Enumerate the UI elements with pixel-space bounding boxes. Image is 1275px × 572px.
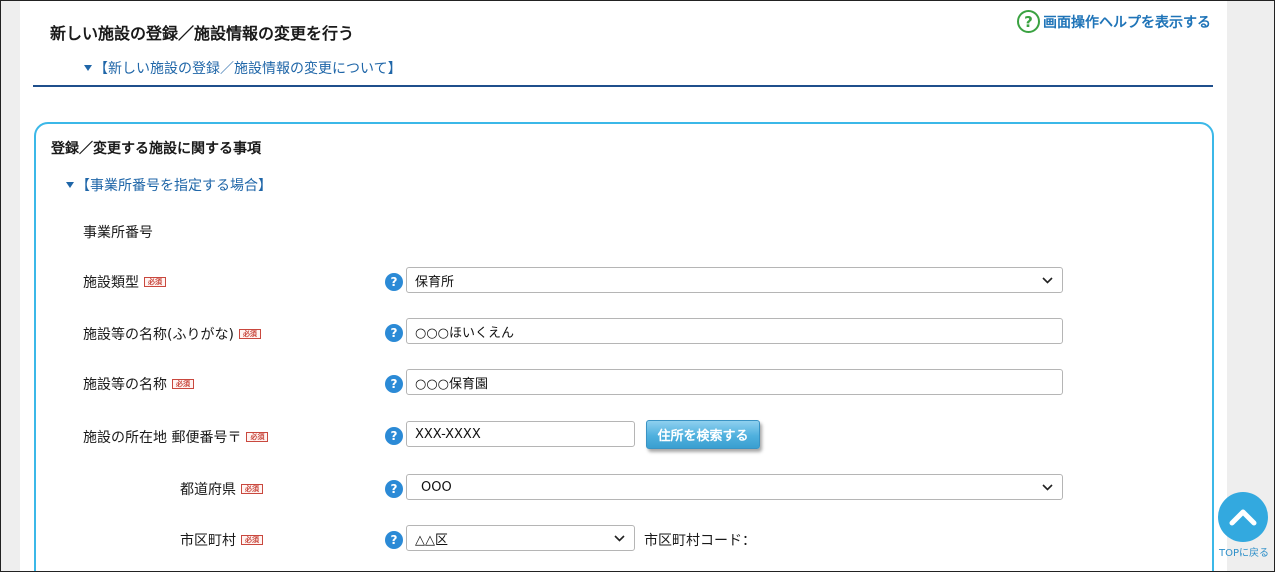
city-label: 市区町村 必須 [180, 530, 263, 550]
address-search-button[interactable]: 住所を検索する [646, 420, 760, 449]
name-input[interactable]: ○○○保育園 [406, 369, 1063, 395]
office-number-label-text: 事業所番号 [83, 225, 153, 241]
office-number-label: 事業所番号 [83, 222, 153, 242]
triangle-down-icon [66, 182, 74, 188]
chevron-down-icon [1042, 484, 1053, 491]
chevron-down-icon [1042, 277, 1053, 284]
facility-type-select[interactable]: 保育所 [406, 267, 1063, 293]
city-select[interactable]: △△区 [406, 525, 635, 551]
office-number-link-label: 【事業所番号を指定する場合】 [76, 178, 272, 194]
required-badge: 必須 [144, 277, 166, 287]
help-link-label: 画面操作ヘルプを表示する [1043, 14, 1211, 31]
about-registration-link[interactable]: 【新しい施設の登録／施設情報の変更について】 [84, 58, 402, 78]
help-question-icon[interactable]: ? [385, 273, 403, 291]
help-question-icon[interactable]: ? [385, 324, 403, 342]
name-kana-label: 施設等の名称(ふりがな) 必須 [83, 324, 261, 344]
help-circle-icon: ? [1017, 10, 1040, 33]
page-title: 新しい施設の登録／施設情報の変更を行う [50, 24, 355, 43]
postal-code-label: 施設の所在地 郵便番号〒 必須 [83, 427, 269, 447]
name-value: ○○○保育園 [415, 376, 489, 392]
required-badge: 必須 [172, 379, 194, 389]
name-kana-input[interactable]: ○○○ほいくえん [406, 318, 1063, 344]
city-code-label: 市区町村コード： [644, 533, 756, 549]
required-badge: 必須 [241, 535, 263, 545]
help-question-icon[interactable]: ? [385, 480, 403, 498]
prefecture-value: OOO [421, 479, 452, 495]
postal-code-label-text: 施設の所在地 郵便番号〒 [83, 430, 242, 446]
required-badge: 必須 [238, 329, 261, 339]
chevron-up-icon [1218, 492, 1268, 542]
required-badge: 必須 [241, 484, 263, 494]
back-to-top-button[interactable]: TOPに戻る [1218, 492, 1270, 559]
help-question-icon[interactable]: ? [385, 375, 403, 393]
name-kana-label-text: 施設等の名称(ふりがな) [83, 327, 234, 343]
office-number-link[interactable]: 【事業所番号を指定する場合】 [66, 175, 272, 195]
triangle-down-icon [84, 65, 92, 71]
facility-type-value: 保育所 [415, 274, 455, 290]
required-badge: 必須 [246, 432, 269, 442]
postal-code-input[interactable]: XXX-XXXX [406, 421, 635, 447]
city-label-text: 市区町村 [180, 533, 236, 549]
about-registration-label: 【新しい施設の登録／施設情報の変更について】 [94, 61, 402, 77]
page-content: 新しい施設の登録／施設情報の変更を行う ? 画面操作ヘルプを表示する 【新しい施… [20, 0, 1227, 572]
prefecture-select[interactable]: OOO [406, 474, 1063, 500]
name-label-text: 施設等の名称 [83, 377, 167, 393]
header-divider [33, 85, 1213, 87]
chevron-down-icon [614, 535, 625, 542]
section-title: 登録／変更する施設に関する事項 [51, 141, 261, 157]
postal-code-value: XXX-XXXX [415, 426, 481, 442]
city-value: △△区 [415, 532, 448, 548]
facility-type-label-text: 施設類型 [83, 275, 139, 291]
chevron-up-icon-svg [1229, 509, 1257, 526]
help-question-icon[interactable]: ? [385, 531, 403, 549]
name-kana-value: ○○○ほいくえん [415, 325, 515, 341]
help-link[interactable]: ? 画面操作ヘルプを表示する [1017, 10, 1211, 33]
help-question-icon[interactable]: ? [385, 427, 403, 445]
back-to-top-label: TOPに戻る [1218, 548, 1269, 559]
name-label: 施設等の名称 必須 [83, 374, 194, 394]
facility-type-label: 施設類型 必須 [83, 272, 166, 292]
prefecture-label: 都道府県 必須 [180, 479, 263, 499]
prefecture-label-text: 都道府県 [180, 482, 236, 498]
